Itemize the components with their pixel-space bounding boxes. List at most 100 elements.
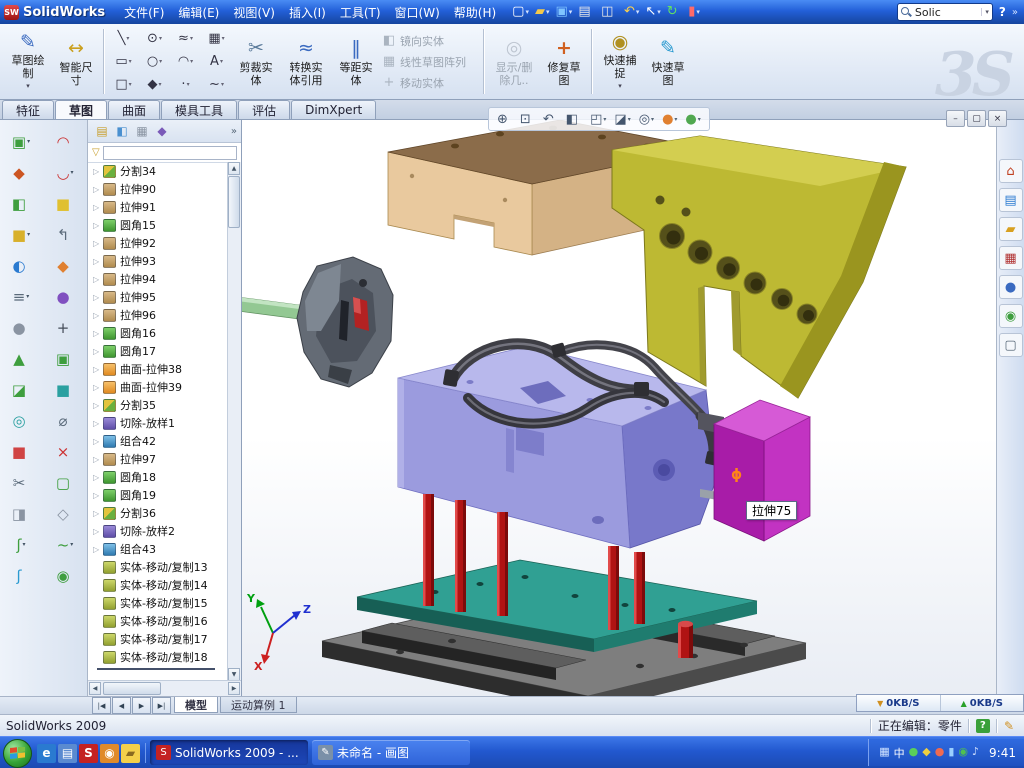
scrollbar-thumb[interactable] (228, 176, 240, 228)
quick-launch-icon[interactable]: ▰ (121, 744, 140, 763)
task-pane-icon[interactable]: ▤ (999, 188, 1023, 212)
sketch-entity-tool-button[interactable]: ◆ ▾ (139, 73, 170, 96)
sketch-entity-tool-button[interactable]: ⊙ ▾ (139, 27, 170, 50)
sketch-entity-tool-button[interactable]: A ▾ (201, 50, 232, 73)
dropdown-arrow-icon[interactable]: ▾ (222, 35, 225, 42)
expand-arrow-icon[interactable]: ▷ (93, 365, 103, 374)
dropdown-arrow-icon[interactable]: ▾ (126, 35, 129, 42)
panel-tab-icon[interactable]: ▤ (92, 124, 112, 138)
feature-tree-item[interactable]: ▷ 实体-移动/复制13 (93, 558, 228, 576)
commandmanager-tab[interactable]: 评估 (238, 100, 290, 119)
dropdown-arrow-icon[interactable]: ▾ (187, 81, 190, 88)
trim-entities-button[interactable]: ✂ 剪裁实 体 (232, 24, 280, 99)
left-toolbar-button[interactable]: ◪ ▾ (0, 374, 42, 405)
expand-arrow-icon[interactable]: ▷ (93, 401, 103, 410)
left-toolbar-button[interactable]: ◧ ▾ (0, 188, 42, 219)
titlebar-tool-icon[interactable]: ↶ ▾ (621, 3, 642, 21)
tray-icon[interactable]: ♪ (972, 745, 979, 761)
clock[interactable]: 9:41 (989, 746, 1016, 760)
left-toolbar-button[interactable]: ʃ ▾ (0, 529, 42, 560)
task-pane-icon[interactable]: ▰ (999, 217, 1023, 241)
task-pane-icon[interactable]: ▢ (999, 333, 1023, 357)
expand-arrow-icon[interactable]: ▷ (93, 437, 103, 446)
dropdown-arrow-icon[interactable]: ▾ (220, 58, 223, 65)
smart-dimension-button[interactable]: ↔ 智能尺 寸 (52, 24, 100, 99)
start-button[interactable] (3, 739, 32, 768)
expand-arrow-icon[interactable]: ▷ (93, 293, 103, 302)
feature-tree-item[interactable]: ▷ 圆角15 (93, 216, 228, 234)
tree-filter-input[interactable] (103, 146, 237, 160)
feature-tree-item[interactable]: ▷ 圆角18 (93, 468, 228, 486)
feature-tree-item[interactable]: ▷ 分割36 (93, 504, 228, 522)
dropdown-arrow-icon[interactable]: ▾ (129, 81, 132, 88)
3d-model-canvas[interactable]: ϕ (242, 120, 996, 696)
sketch-entity-tool-button[interactable]: ╲ ▾ (108, 27, 139, 50)
sketch-entity-tool-button[interactable]: ○ ▾ (139, 50, 170, 73)
left-toolbar-button[interactable]: ~ ▾ (44, 529, 86, 560)
expand-arrow-icon[interactable]: ▷ (93, 221, 103, 230)
titlebar-tool-icon[interactable]: ▮ ▾ (685, 3, 703, 21)
feature-tree-item[interactable]: ▷ 切除-放样1 (93, 414, 228, 432)
expand-arrow-icon[interactable]: ▷ (93, 383, 103, 392)
tray-icon[interactable]: ◆ (922, 745, 930, 761)
entity-operation-button[interactable]: + 移动实体 (380, 72, 480, 93)
expand-arrow-icon[interactable]: ▷ (93, 239, 103, 248)
menu-item[interactable]: 帮助(H) (447, 3, 503, 22)
model-tab[interactable]: 模型 (174, 697, 218, 713)
titlebar-tool-icon[interactable]: ▢ ▾ (509, 3, 532, 21)
task-pane-icon[interactable]: ◉ (999, 304, 1023, 328)
expand-arrow-icon[interactable]: ▷ (93, 203, 103, 212)
titlebar-tool-icon[interactable]: ◫ ▾ (598, 3, 621, 21)
feature-tree-item[interactable]: ▷ 拉伸91 (93, 198, 228, 216)
toolbar-overflow-icon[interactable]: » (1012, 7, 1024, 18)
scroll-up-icon[interactable]: ▲ (228, 162, 240, 175)
titlebar-tool-icon[interactable]: ▰ ▾ (532, 3, 553, 21)
clamp-part[interactable] (297, 257, 393, 387)
left-toolbar-button[interactable]: ● ▾ (0, 312, 42, 343)
dropdown-arrow-icon[interactable]: ▾ (158, 81, 161, 88)
left-toolbar-button[interactable]: ↰ ▾ (44, 219, 86, 250)
quick-launch-icon[interactable]: e (37, 744, 56, 763)
dropdown-arrow-icon[interactable]: ▾ (129, 58, 132, 65)
sketch-entity-tool-button[interactable]: · ▾ (170, 73, 201, 96)
yellow-bracket-part[interactable] (612, 136, 906, 398)
graphics-viewport[interactable]: ϕ (242, 120, 996, 696)
expand-arrow-icon[interactable]: ▷ (93, 311, 103, 320)
expand-arrow-icon[interactable]: ▷ (93, 347, 103, 356)
entity-operation-button[interactable]: ▦ 线性草图阵列 (380, 51, 480, 72)
feature-tree-item[interactable]: ▷ 拉伸92 (93, 234, 228, 252)
feature-tree-item[interactable]: ▷ 实体-移动/复制17 (93, 630, 228, 648)
search-input[interactable]: Solic (915, 6, 981, 19)
expand-arrow-icon[interactable]: ▷ (93, 491, 103, 500)
dropdown-arrow-icon[interactable]: ▾ (190, 35, 193, 42)
menu-item[interactable]: 编辑(E) (171, 3, 226, 22)
sketch-button[interactable]: ✎ 草图绘 制 ▾ (4, 24, 52, 99)
left-toolbar-button[interactable]: ▲ ▾ (0, 343, 42, 374)
feature-tree-item[interactable]: ▷ 实体-移动/复制15 (93, 594, 228, 612)
tray-icon[interactable]: 中 (894, 745, 905, 761)
vcr-button[interactable]: ▶| (152, 697, 171, 714)
window-control-button[interactable]: × (988, 110, 1007, 127)
rollback-bar[interactable] (97, 668, 215, 670)
titlebar-tool-icon[interactable]: ▣ ▾ (553, 3, 576, 21)
quick-launch-icon[interactable]: ▤ (58, 744, 77, 763)
feature-tree-item[interactable]: ▷ 实体-移动/复制18 (93, 648, 228, 666)
expand-arrow-icon[interactable]: ▷ (93, 419, 103, 428)
left-toolbar-button[interactable]: ■ ▾ (44, 374, 86, 405)
panel-tab-icon[interactable]: ▦ (132, 124, 152, 138)
feature-tree-item[interactable]: ▷ 拉伸90 (93, 180, 228, 198)
dropdown-arrow-icon[interactable]: ▾ (618, 80, 622, 93)
expand-arrow-icon[interactable]: ▷ (93, 545, 103, 554)
menu-item[interactable]: 窗口(W) (388, 3, 447, 22)
task-pane-icon[interactable]: ⌂ (999, 159, 1023, 183)
titlebar-tool-icon[interactable]: ↻ ▾ (664, 3, 685, 21)
left-toolbar-button[interactable]: ◆ ▾ (44, 250, 86, 281)
window-control-button[interactable]: ▢ (967, 110, 986, 127)
vcr-button[interactable]: ◀ (112, 697, 131, 714)
commandmanager-tab[interactable]: DimXpert (291, 100, 376, 119)
tray-icon[interactable]: ◉ (958, 745, 968, 761)
expand-arrow-icon[interactable]: ▷ (93, 167, 103, 176)
view-tool-icon[interactable]: ◧ ▾ (562, 112, 586, 127)
menu-item[interactable]: 文件(F) (117, 3, 171, 22)
view-tool-icon[interactable]: ↶ ▾ (539, 112, 562, 127)
